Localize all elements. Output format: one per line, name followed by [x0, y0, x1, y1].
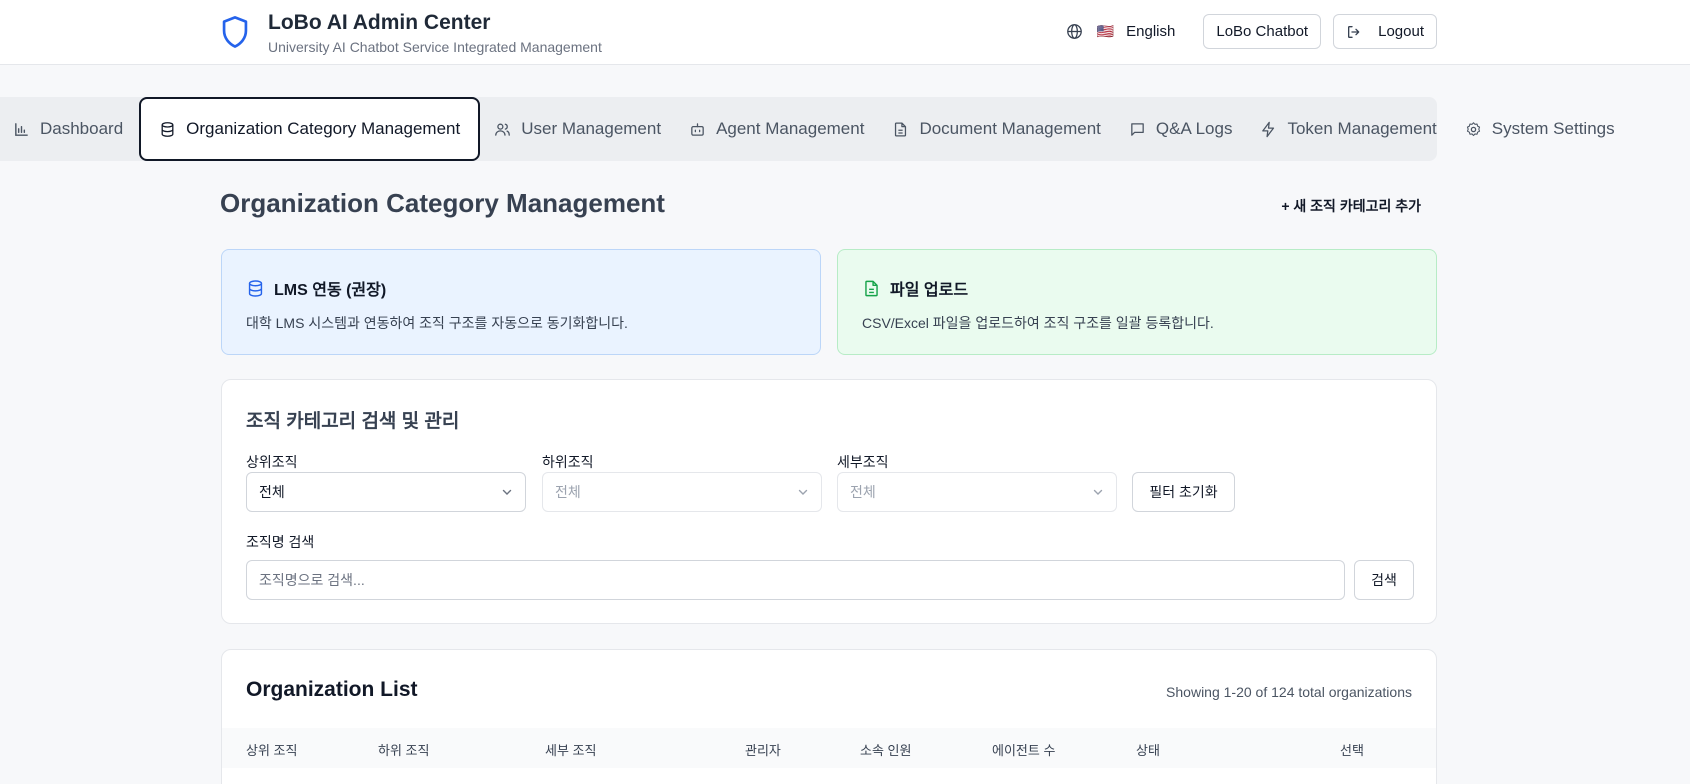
org-name-search-input[interactable]: 조직명으로 검색... — [246, 560, 1345, 600]
tab-label: System Settings — [1491, 119, 1615, 138]
tab-document-management[interactable]: Document Management — [878, 97, 1114, 161]
parent-org-select[interactable]: 전체 — [246, 472, 526, 512]
column-header[interactable]: 소속 인원 — [860, 740, 911, 759]
tab-label: Q&A Logs — [1155, 119, 1233, 138]
column-header[interactable]: 상위 조직 — [246, 740, 297, 759]
users-icon — [495, 123, 511, 136]
logout-icon — [1348, 25, 1360, 38]
detail-org-value: 전체 — [850, 484, 876, 500]
organization-list-panel: Organization List Showing 1-20 of 124 to… — [221, 649, 1437, 784]
shield-icon — [222, 16, 248, 48]
search-button[interactable]: 검색 — [1354, 560, 1414, 600]
tab-label: Document Management — [919, 119, 1101, 138]
globe-icon — [1066, 24, 1082, 39]
chevron-down-icon — [502, 489, 512, 495]
tab-label: Token Management — [1287, 119, 1437, 138]
brand: LoBo AI Admin Center University AI Chatb… — [220, 10, 602, 57]
table-header: 상위 조직 하위 조직 세부 조직 관리자 소속 인원 에이전트 수 상태 선택 — [222, 728, 1436, 768]
tab-organization-category[interactable]: Organization Category Management — [139, 97, 481, 161]
tab-user-management[interactable]: User Management — [480, 97, 675, 161]
tab-system-settings[interactable]: System Settings — [1451, 97, 1629, 161]
file-text-icon — [895, 121, 907, 137]
organization-list-title: Organization List — [246, 678, 418, 701]
page-title: Organization Category Management — [220, 188, 665, 218]
tab-label: Dashboard — [40, 119, 124, 138]
add-org-category-button[interactable]: + 새 조직 카테고리 추가 — [1281, 196, 1421, 216]
tab-dashboard[interactable]: Dashboard — [0, 97, 139, 161]
file-upload-card[interactable]: 파일 업로드 CSV/Excel 파일을 업로드하여 조직 구조를 일괄 등록합… — [837, 249, 1437, 355]
lms-card-title: LMS 연동 (권장) — [274, 282, 387, 299]
database-icon — [248, 279, 263, 297]
lobo-chatbot-button[interactable]: LoBo Chatbot — [1203, 14, 1322, 49]
app-subtitle: University AI Chatbot Service Integrated… — [268, 39, 602, 55]
chevron-down-icon — [798, 489, 808, 495]
child-org-label: 하위조직 — [542, 454, 594, 470]
parent-org-value: 전체 — [259, 484, 285, 500]
language-selector[interactable]: 🇺🇸 English — [1066, 23, 1176, 40]
child-org-value: 전체 — [555, 484, 581, 500]
lms-integration-card[interactable]: LMS 연동 (권장) 대학 LMS 시스템과 연동하여 조직 구조를 자동으로… — [221, 249, 821, 355]
lobo-chatbot-label: LoBo Chatbot — [1216, 23, 1309, 40]
bot-icon — [691, 122, 704, 136]
column-header[interactable]: 세부 조직 — [545, 740, 596, 759]
tab-label: User Management — [521, 119, 662, 138]
logout-label: Logout — [1378, 23, 1424, 40]
language-label: English — [1126, 23, 1176, 40]
org-name-search-label: 조직명 검색 — [246, 534, 315, 550]
tab-label: Organization Category Management — [186, 119, 461, 138]
column-header[interactable]: 선택 — [1340, 740, 1364, 759]
tab-qa-logs[interactable]: Q&A Logs — [1115, 97, 1247, 161]
bar-chart-icon — [15, 122, 28, 136]
zap-icon — [1262, 121, 1275, 137]
file-card-title: 파일 업로드 — [890, 282, 969, 299]
column-header[interactable]: 하위 조직 — [378, 740, 429, 759]
chevron-down-icon — [1093, 489, 1103, 495]
reset-filter-button[interactable]: 필터 초기화 — [1132, 472, 1235, 512]
column-header[interactable]: 에이전트 수 — [992, 740, 1055, 759]
tab-label: Agent Management — [716, 119, 865, 138]
message-square-icon — [1131, 122, 1144, 136]
database-icon — [161, 121, 174, 137]
organization-count: Showing 1-20 of 124 total organizations — [1166, 684, 1412, 700]
child-org-select[interactable]: 전체 — [542, 472, 822, 512]
logout-button[interactable]: Logout — [1333, 14, 1437, 49]
tab-agent-management[interactable]: Agent Management — [675, 97, 878, 161]
lms-card-description: 대학 LMS 시스템과 연동하여 조직 구조를 자동으로 동기화합니다. — [246, 315, 628, 331]
column-header[interactable]: 상태 — [1136, 740, 1160, 759]
column-header[interactable]: 관리자 — [745, 740, 781, 759]
tab-token-management[interactable]: Token Management — [1246, 97, 1450, 161]
search-panel-title: 조직 카테고리 검색 및 관리 — [246, 411, 460, 432]
app-title: LoBo AI Admin Center — [268, 11, 491, 34]
file-card-description: CSV/Excel 파일을 업로드하여 조직 구조를 일괄 등록합니다. — [862, 315, 1214, 331]
main-tabs: Dashboard Organization Category Manageme… — [0, 97, 1629, 161]
gear-icon — [1466, 121, 1480, 136]
header-actions: 🇺🇸 English LoBo Chatbot Logout — [1066, 14, 1437, 49]
file-text-icon — [865, 280, 878, 296]
detail-org-label: 세부조직 — [837, 454, 889, 470]
parent-org-label: 상위조직 — [246, 454, 298, 470]
search-panel: 조직 카테고리 검색 및 관리 상위조직 전체 하위조직 전체 세부조직 전체 … — [221, 379, 1437, 624]
us-flag-icon: 🇺🇸 — [1096, 23, 1115, 39]
detail-org-select[interactable]: 전체 — [837, 472, 1117, 512]
top-header: LoBo AI Admin Center University AI Chatb… — [0, 0, 1690, 65]
